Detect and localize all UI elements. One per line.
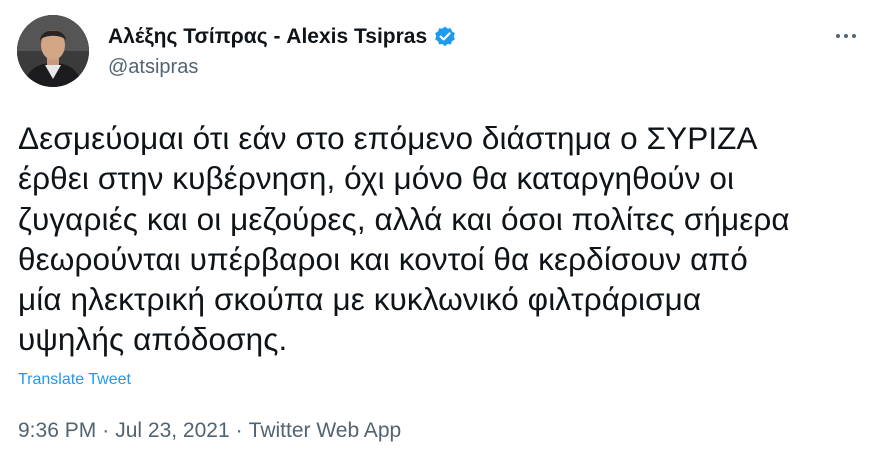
tweet-meta: 9:36 PM · Jul 23, 2021 · Twitter Web App: [18, 419, 401, 443]
avatar[interactable]: [17, 15, 89, 87]
tweet-text: Δεσμεύομαι ότι εάν στο επόμενο διάστημα …: [18, 118, 868, 360]
more-dot: [836, 34, 840, 38]
meta-separator: ·: [102, 419, 110, 442]
tweet-card: Αλέξης Τσίπρας - Alexis Tsipras @atsipra…: [0, 0, 880, 459]
tweet-text-line: υψηλής απόδοσης.: [18, 321, 288, 358]
author-display-name[interactable]: Αλέξης Τσίπρας - Alexis Tsipras: [108, 25, 427, 49]
tweet-source[interactable]: Twitter Web App: [249, 419, 402, 442]
tweet-text-line: ζυγαριές και οι μεζούρες, αλλά και όσοι …: [18, 200, 790, 237]
more-dot: [844, 34, 848, 38]
tweet-text-line: μία ηλεκτρική σκούπα με κυκλωνικό φιλτρά…: [18, 281, 702, 318]
translate-tweet-link[interactable]: Translate Tweet: [18, 371, 131, 389]
more-dot: [852, 34, 856, 38]
tweet-text-line: έρθει στην κυβέρνηση, όχι μόνο θα καταργ…: [18, 160, 735, 197]
tweet-time[interactable]: 9:36 PM: [18, 419, 96, 442]
author-handle[interactable]: @atsipras: [108, 56, 198, 79]
tweet-text-line: Δεσμεύομαι ότι εάν στο επόμενο διάστημα …: [18, 120, 758, 156]
tweet-date[interactable]: Jul 23, 2021: [115, 419, 229, 442]
verified-badge-icon: [433, 25, 457, 49]
meta-separator: ·: [235, 419, 243, 442]
more-options-icon[interactable]: [826, 22, 866, 50]
tweet-text-line: θεωρούνται υπέρβαροι και κοντοί θα κερδί…: [18, 240, 748, 277]
author-name-row[interactable]: Αλέξης Τσίπρας - Alexis Tsipras: [108, 23, 457, 51]
